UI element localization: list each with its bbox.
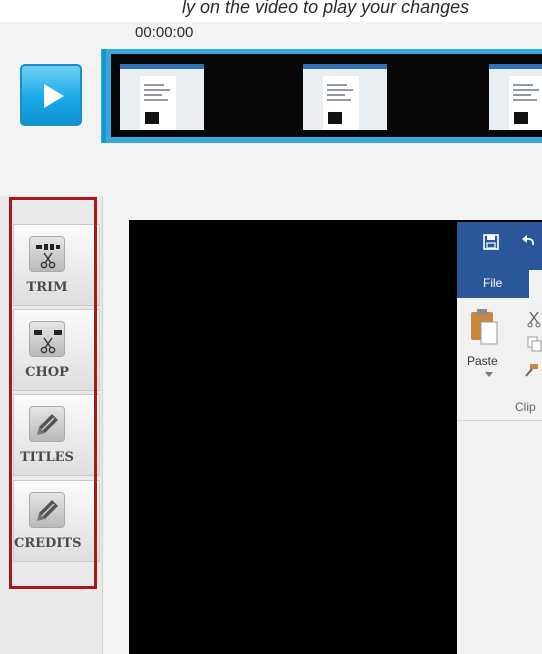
pencil-icon (29, 492, 65, 528)
instruction-caption: ly on the video to play your changes (0, 0, 542, 22)
format-painter-icon (525, 364, 538, 377)
frame-thumbnail (489, 64, 542, 130)
save-icon (483, 234, 499, 250)
pencil-icon (29, 406, 65, 442)
timecode-display: 00:00:00 (135, 24, 194, 41)
credits-button[interactable]: CREDITS (13, 480, 100, 562)
word-ribbon-bar: File (457, 222, 542, 298)
clipboard-group-label: Clip (515, 400, 536, 414)
chop-button[interactable]: CHOP (13, 309, 100, 391)
scissors-trim-icon (29, 236, 65, 272)
instruction-caption-text: ly on the video to play your changes (182, 0, 470, 17)
chop-label: CHOP (25, 365, 69, 380)
paste-icon (471, 309, 498, 345)
titles-button[interactable]: TITLES (13, 394, 100, 476)
play-button[interactable] (20, 64, 82, 126)
paste-label: Paste (467, 354, 498, 368)
home-tab (529, 270, 542, 298)
word-app-capture: File Paste Clip (457, 222, 542, 654)
frame-thumbnail (120, 64, 204, 130)
ribbon-group-divider (457, 420, 542, 421)
titles-label: TITLES (20, 450, 74, 465)
credits-label: CREDITS (14, 536, 82, 551)
timeline-filmstrip[interactable] (101, 49, 542, 143)
trim-button[interactable]: TRIM (13, 224, 100, 306)
chevron-down-icon (485, 372, 493, 377)
timeline-start-handle[interactable] (102, 49, 106, 143)
play-icon (44, 84, 64, 108)
scissors-chop-icon (29, 321, 65, 357)
filmstrip-frames (111, 54, 542, 137)
undo-icon (522, 235, 535, 246)
cut-icon (527, 311, 541, 328)
file-tab: File (483, 276, 503, 290)
copy-icon (527, 336, 542, 352)
frame-thumbnail (303, 64, 387, 130)
trim-label: TRIM (26, 280, 68, 295)
